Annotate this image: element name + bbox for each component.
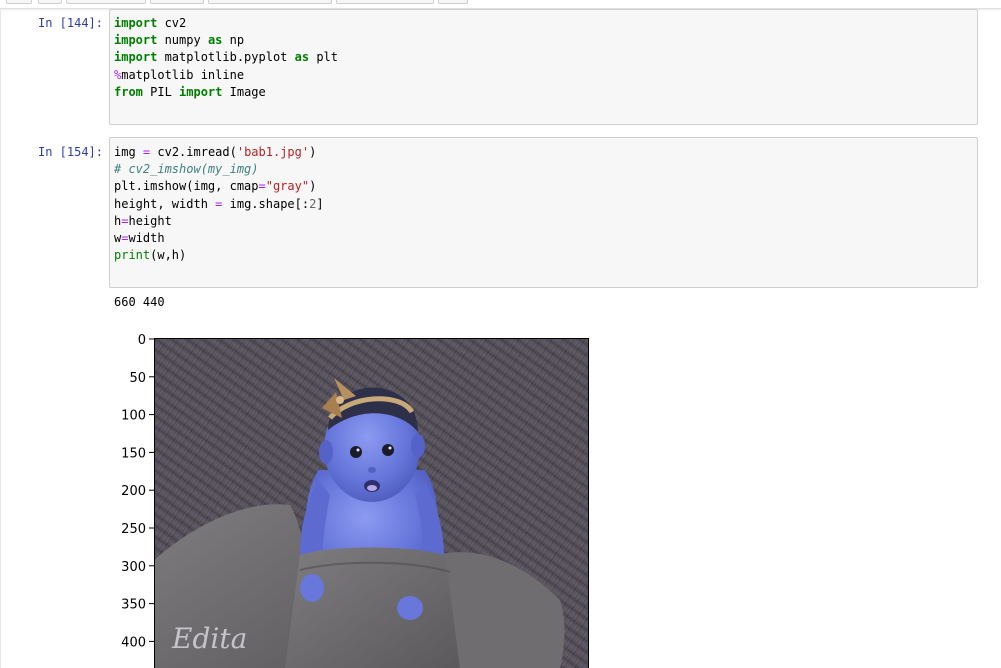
y-tick-label: 100 [121, 409, 146, 424]
image-plot: Edita 0 50 100 150 200 250 300 350 400 [121, 333, 589, 668]
y-tick-label: 150 [121, 446, 146, 461]
watermark: Edita [171, 622, 247, 655]
baby-photo: Edita [154, 338, 589, 668]
y-tick-label: 50 [129, 371, 146, 386]
y-axis: 0 50 100 150 200 250 300 350 400 [121, 333, 154, 650]
y-tick-label: 200 [121, 484, 146, 499]
y-tick-label: 250 [121, 522, 146, 537]
y-tick-label: 350 [121, 598, 146, 613]
y-tick-label: 0 [138, 333, 146, 348]
y-tick-label: 400 [121, 635, 146, 650]
y-tick-label: 300 [121, 560, 146, 575]
